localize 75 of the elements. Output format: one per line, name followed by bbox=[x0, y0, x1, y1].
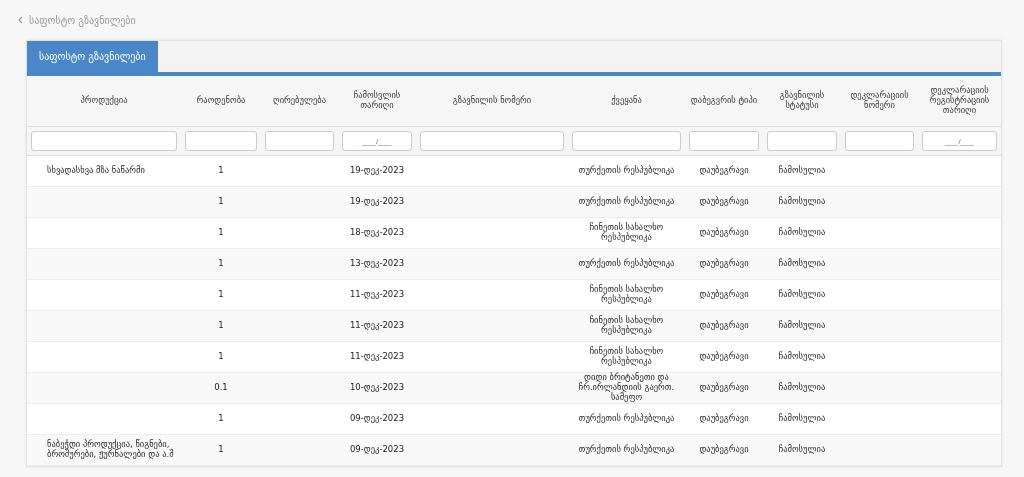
filter-field[interactable] bbox=[265, 131, 334, 151]
table-cell: ჩინეთის სახალხო რესპუბლიკა bbox=[589, 222, 664, 242]
filter-field[interactable] bbox=[31, 131, 177, 151]
column-header: დაბეგვრის ტიპი bbox=[690, 95, 758, 106]
table-cell: 09-დეკ-2023 bbox=[349, 444, 405, 455]
breadcrumb-link[interactable]: საფოსტო გზავნილები bbox=[29, 14, 136, 26]
column-header: ჩამოსვლის თარიღი bbox=[353, 90, 401, 110]
table-cell: ნაბეჭდი პროდუქცია, წიგნები, ბროშურები, ჟურნალები და ა.შ bbox=[47, 439, 174, 459]
table-cell: 1 bbox=[218, 289, 224, 300]
table-cell: დიდი ბრიტანეთი და ჩრ.ირლანდიის გაერთ. სამეფო bbox=[578, 372, 675, 402]
table-cell: თურქეთის რესპუბლიკა bbox=[578, 444, 675, 455]
table-cell: ჩამოსულია bbox=[778, 444, 826, 455]
table-cell: 1 bbox=[218, 258, 224, 269]
table-cell: ჩამოსულია bbox=[778, 289, 826, 300]
back-chevron-icon[interactable] bbox=[18, 16, 23, 24]
table-cell: 1 bbox=[218, 165, 224, 176]
column-header: ქვეყანა bbox=[611, 95, 642, 106]
column-header: ღირებულება bbox=[272, 95, 327, 106]
table-cell: დაუბეგრავი bbox=[699, 444, 749, 455]
table-cell: 09-დეკ-2023 bbox=[349, 413, 405, 424]
table-cell: ჩინეთის სახალხო რესპუბლიკა bbox=[589, 315, 664, 335]
table-cell: 1 bbox=[218, 413, 224, 424]
table-cell: ჩამოსულია bbox=[778, 258, 826, 269]
table-cell: ჩინეთის სახალხო რესპუბლიკა bbox=[589, 346, 664, 366]
table-cell: 11-დეკ-2023 bbox=[349, 289, 405, 300]
table-cell: 1 bbox=[218, 320, 224, 331]
filter-field[interactable] bbox=[689, 131, 759, 151]
table-cell: 1 bbox=[218, 196, 224, 207]
table-cell: ჩამოსულია bbox=[778, 351, 826, 362]
table-cell: დაუბეგრავი bbox=[699, 289, 749, 300]
table-cell: ჩამოსულია bbox=[778, 227, 826, 238]
table-cell: სხვადასხვა მზა ნაწარმი bbox=[47, 165, 145, 176]
table-cell: 1 bbox=[218, 444, 224, 455]
table-cell: 19-დეკ-2023 bbox=[349, 165, 405, 176]
filter-field[interactable] bbox=[420, 131, 564, 151]
date-filter-field[interactable]: ___/___ bbox=[342, 131, 412, 151]
table-cell: ჩამოსულია bbox=[778, 320, 826, 331]
column-header: გზავნილის სტატუსი bbox=[779, 90, 825, 110]
table-cell: 1 bbox=[218, 351, 224, 362]
table-cell: თურქეთის რესპუბლიკა bbox=[578, 196, 675, 207]
tab[interactable]: საფოსტო გზავნილები bbox=[27, 41, 158, 72]
table-cell: თურქეთის რესპუბლიკა bbox=[578, 165, 675, 176]
table-cell: ჩინეთის სახალხო რესპუბლიკა bbox=[589, 284, 664, 304]
date-filter-field[interactable]: ___/___ bbox=[922, 131, 997, 151]
table-cell: 11-დეკ-2023 bbox=[349, 351, 405, 362]
table-cell: დაუბეგრავი bbox=[699, 320, 749, 331]
filter-field[interactable] bbox=[572, 131, 681, 151]
table-cell: 11-დეკ-2023 bbox=[349, 320, 405, 331]
column-header: გზავნილის ნომერი bbox=[452, 95, 532, 106]
table-cell: თურქეთის რესპუბლიკა bbox=[578, 413, 675, 424]
table-cell: ჩამოსულია bbox=[778, 413, 826, 424]
table-cell: ჩამოსულია bbox=[778, 196, 826, 207]
table-cell: 13-დეკ-2023 bbox=[349, 258, 405, 269]
filter-field[interactable] bbox=[185, 131, 257, 151]
table-cell: ჩამოსულია bbox=[778, 165, 826, 176]
table-cell: დაუბეგრავი bbox=[699, 227, 749, 238]
table-cell: 0.1 bbox=[214, 382, 228, 393]
column-header: პროდუქცია bbox=[80, 95, 128, 106]
column-header: რაოდენობა bbox=[196, 95, 246, 106]
table-cell: 1 bbox=[218, 227, 224, 238]
table-cell: დაუბეგრავი bbox=[699, 196, 749, 207]
table-cell: დაუბეგრავი bbox=[699, 165, 749, 176]
table-cell: დაუბეგრავი bbox=[699, 258, 749, 269]
filter-field[interactable] bbox=[767, 131, 837, 151]
filter-field[interactable] bbox=[845, 131, 914, 151]
column-header: დეკლარაციის რეგისტრაციის თარიღი bbox=[929, 85, 990, 115]
table-cell: 10-დეკ-2023 bbox=[349, 382, 405, 393]
table-cell: 19-დეკ-2023 bbox=[349, 196, 405, 207]
table-cell: დაუბეგრავი bbox=[699, 413, 749, 424]
column-header: დეკლარაციის ნომერი bbox=[850, 90, 909, 110]
table-cell: დაუბეგრავი bbox=[699, 382, 749, 393]
table-cell: თურქეთის რესპუბლიკა bbox=[578, 258, 675, 269]
table-cell: ჩამოსულია bbox=[778, 382, 826, 393]
table-cell: დაუბეგრავი bbox=[699, 351, 749, 362]
table-cell: 18-დეკ-2023 bbox=[349, 227, 405, 238]
